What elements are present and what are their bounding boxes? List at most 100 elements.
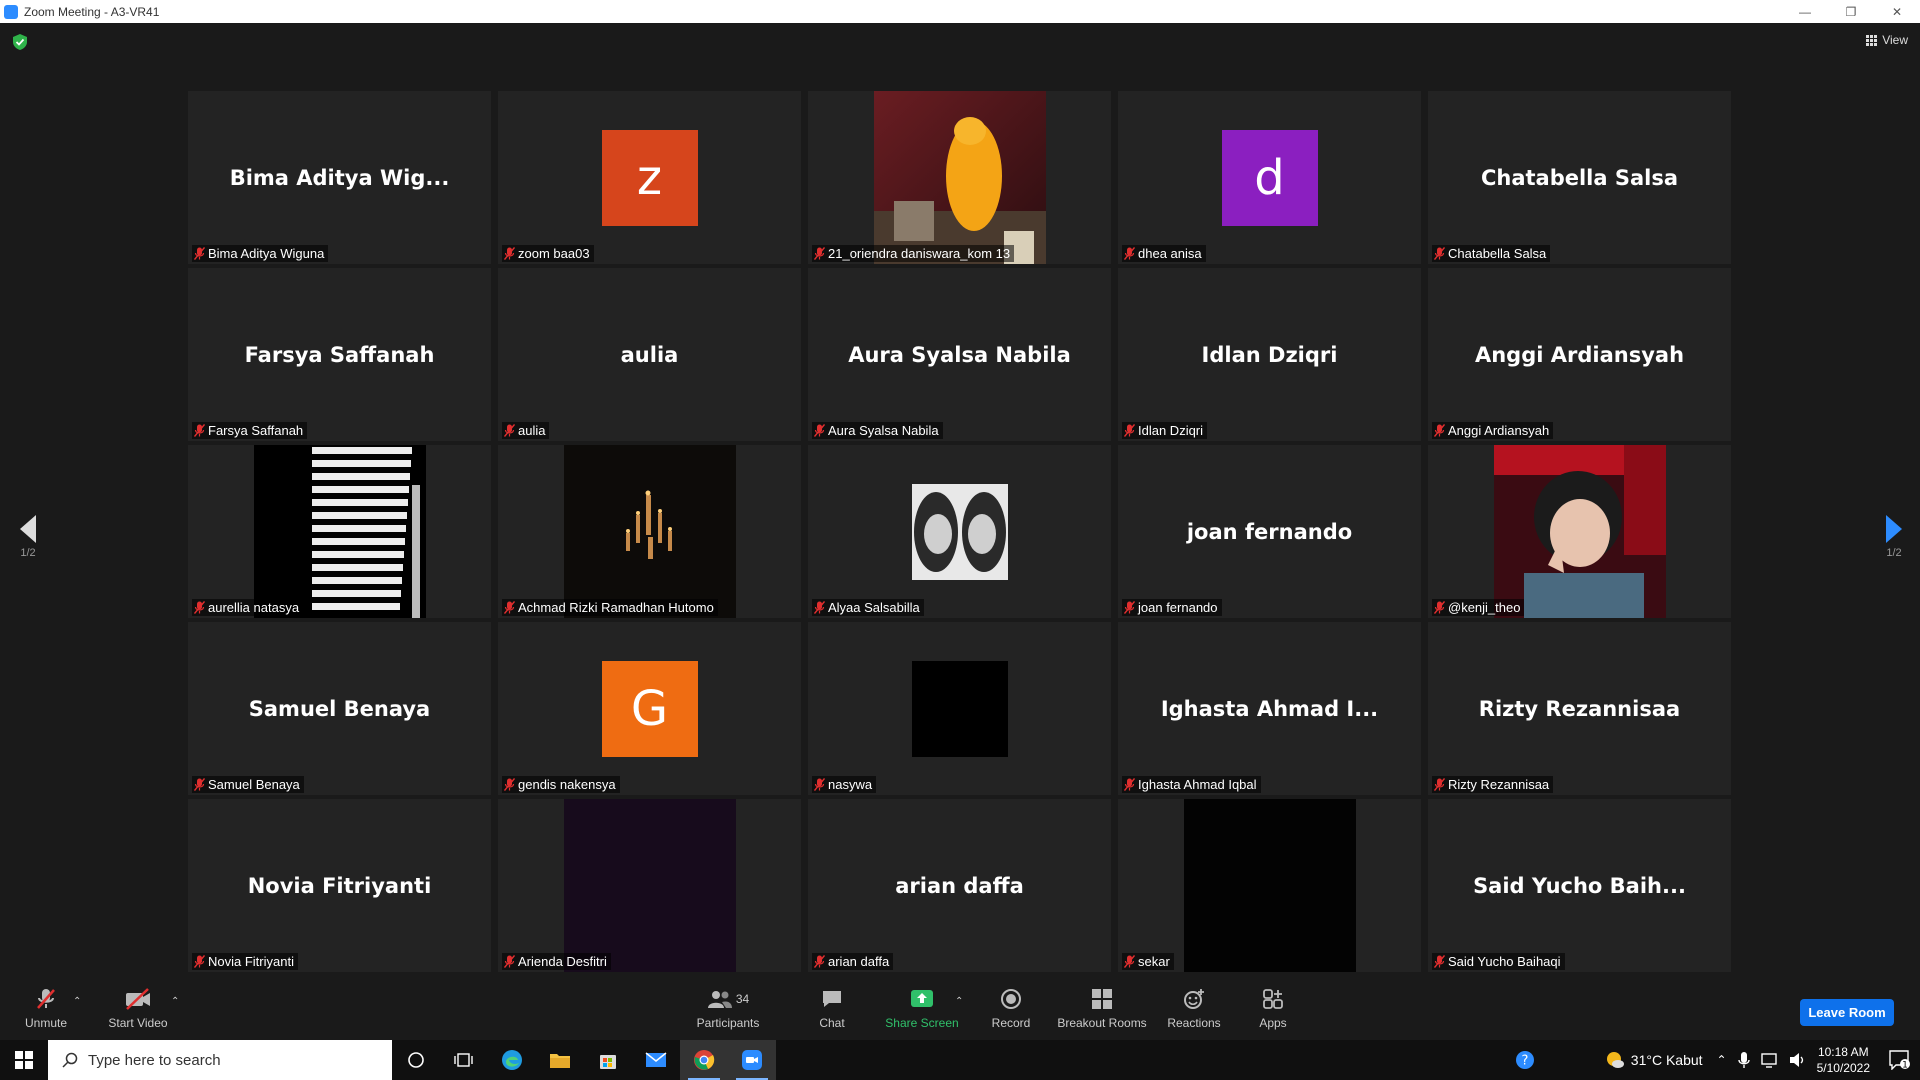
- participant-tile[interactable]: sekar: [1118, 799, 1421, 972]
- participant-tile[interactable]: Anggi Ardiansyah Anggi Ardiansyah: [1428, 268, 1731, 441]
- arrow-right-icon: [1886, 515, 1902, 543]
- participant-display-name: Farsya Saffanah: [244, 342, 435, 367]
- participant-tile[interactable]: nasywa: [808, 622, 1111, 795]
- participant-tile[interactable]: d dhea anisa: [1118, 91, 1421, 264]
- share-options-caret[interactable]: ⌃: [955, 996, 963, 1007]
- participant-tile[interactable]: aurellia natasya: [188, 445, 491, 618]
- reactions-icon: [1182, 987, 1206, 1011]
- participant-tile[interactable]: Bima Aditya Wig... Bima Aditya Wiguna: [188, 91, 491, 264]
- apps-button[interactable]: Apps: [1250, 976, 1296, 1040]
- participant-display-name: arian daffa: [895, 873, 1024, 898]
- breakout-rooms-button[interactable]: Breakout Rooms: [1056, 976, 1148, 1040]
- participant-tile[interactable]: Said Yucho Baih... Said Yucho Baihaqi: [1428, 799, 1731, 972]
- microsoft-store-icon[interactable]: [584, 1040, 632, 1080]
- participant-tile[interactable]: aulia aulia: [498, 268, 801, 441]
- mic-muted-icon: [504, 601, 515, 614]
- participant-video: [873, 91, 1046, 264]
- chat-button[interactable]: Chat: [808, 976, 856, 1040]
- participant-display-name: Anggi Ardiansyah: [1474, 342, 1685, 367]
- participants-label: Participants: [696, 1015, 760, 1030]
- participant-name-label: Achmad Rizki Ramadhan Hutomo: [502, 599, 718, 616]
- participant-name: arian daffa: [828, 954, 890, 969]
- taskbar-clock[interactable]: 10:18 AM 5/10/2022: [1817, 1044, 1870, 1076]
- start-video-button[interactable]: Start Video: [106, 976, 170, 1040]
- participant-name-label: Aura Syalsa Nabila: [812, 422, 943, 439]
- microphone-icon[interactable]: [1737, 1051, 1751, 1069]
- reactions-button[interactable]: Reactions: [1164, 976, 1224, 1040]
- file-explorer-icon[interactable]: [536, 1040, 584, 1080]
- participant-name: joan fernando: [1138, 600, 1218, 615]
- participant-name: dhea anisa: [1138, 246, 1202, 261]
- zoom-taskbar-icon[interactable]: [728, 1040, 776, 1080]
- participant-display-name: Aura Syalsa Nabila: [848, 342, 1071, 367]
- task-view-icon[interactable]: [440, 1040, 488, 1080]
- participant-tile[interactable]: Ggendis nakensya: [498, 622, 801, 795]
- participant-tile[interactable]: Arienda Desfitri: [498, 799, 801, 972]
- participant-tile[interactable]: Novia Fitriyanti Novia Fitriyanti: [188, 799, 491, 972]
- participant-tile[interactable]: @kenji_theo: [1428, 445, 1731, 618]
- notifications-icon[interactable]: 1: [1880, 1040, 1920, 1080]
- prev-page-button[interactable]: 1/2: [20, 515, 36, 559]
- participant-tile[interactable]: Achmad Rizki Ramadhan Hutomo: [498, 445, 801, 618]
- participant-display-name: Bima Aditya Wig...: [229, 165, 450, 190]
- participant-video: [563, 445, 736, 618]
- participant-tile[interactable]: Idlan Dziqri Idlan Dziqri: [1118, 268, 1421, 441]
- participant-tile[interactable]: z zoom baa03: [498, 91, 801, 264]
- clock-date: 5/10/2022: [1816, 1061, 1870, 1075]
- participant-name: gendis nakensya: [518, 777, 616, 792]
- leave-room-button[interactable]: Leave Room: [1800, 999, 1894, 1026]
- participant-tile[interactable]: Samuel Benaya Samuel Benaya: [188, 622, 491, 795]
- view-button[interactable]: View: [1866, 33, 1908, 47]
- participant-tile[interactable]: joan fernando joan fernando: [1118, 445, 1421, 618]
- participant-name-label: sekar: [1122, 953, 1174, 970]
- meeting-area: View 1/2 1/2 Bima Aditya Wig... Bima Adit…: [0, 23, 1920, 976]
- taskbar-search-box[interactable]: Type here to search: [48, 1040, 392, 1080]
- participant-video: [911, 660, 1008, 757]
- next-page-button[interactable]: 1/2: [1886, 515, 1902, 559]
- breakout-rooms-label: Breakout Rooms: [1057, 1015, 1147, 1030]
- volume-icon[interactable]: [1789, 1052, 1807, 1068]
- share-screen-label: Share Screen: [885, 1015, 959, 1030]
- participant-name: Aura Syalsa Nabila: [828, 423, 939, 438]
- windows-taskbar: Type here to search ? 31°C Kabut ⌃ 10:18…: [0, 1040, 1920, 1080]
- unmute-button[interactable]: Unmute: [18, 976, 74, 1040]
- minimize-icon[interactable]: —: [1782, 0, 1828, 23]
- video-options-caret[interactable]: ⌃: [171, 996, 179, 1007]
- participant-tile[interactable]: arian daffa arian daffa: [808, 799, 1111, 972]
- audio-options-caret[interactable]: ⌃: [73, 996, 81, 1007]
- edge-browser-icon[interactable]: [488, 1040, 536, 1080]
- svg-text:?: ?: [1521, 1054, 1528, 1069]
- help-icon[interactable]: ?: [1505, 1040, 1545, 1080]
- mic-muted-icon: [1434, 601, 1445, 614]
- restore-icon[interactable]: ❐: [1828, 0, 1874, 23]
- mail-icon[interactable]: [632, 1040, 680, 1080]
- participant-display-name: Rizty Rezannisaa: [1478, 696, 1681, 721]
- participant-tile[interactable]: Alyaa Salsabilla: [808, 445, 1111, 618]
- security-shield-icon[interactable]: [13, 34, 27, 50]
- arrow-left-icon: [20, 515, 36, 543]
- chevron-up-icon[interactable]: ⌃: [1717, 1053, 1727, 1067]
- participant-tile[interactable]: Ighasta Ahmad I... Ighasta Ahmad Iqbal: [1118, 622, 1421, 795]
- close-icon[interactable]: ✕: [1874, 0, 1920, 23]
- participants-button[interactable]: 34 Participants: [690, 976, 766, 1040]
- participant-tile[interactable]: Chatabella Salsa Chatabella Salsa: [1428, 91, 1731, 264]
- mic-muted-icon: [1124, 955, 1135, 968]
- participant-name: zoom baa03: [518, 246, 590, 261]
- mic-muted-icon: [814, 601, 825, 614]
- mic-muted-icon: [504, 955, 515, 968]
- participant-tile[interactable]: Farsya Saffanah Farsya Saffanah: [188, 268, 491, 441]
- network-icon[interactable]: [1760, 1052, 1779, 1068]
- mic-muted-icon: [194, 247, 205, 260]
- participant-tile[interactable]: Rizty Rezannisaa Rizty Rezannisaa: [1428, 622, 1731, 795]
- participant-name: nasywa: [828, 777, 873, 792]
- cortana-icon[interactable]: [392, 1040, 440, 1080]
- windows-start-icon[interactable]: [0, 1040, 48, 1080]
- share-screen-button[interactable]: Share Screen: [884, 976, 960, 1040]
- chrome-icon[interactable]: [680, 1040, 728, 1080]
- record-button[interactable]: Record: [988, 976, 1034, 1040]
- participant-tile[interactable]: 21_oriendra daniswara_kom 13: [808, 91, 1111, 264]
- mic-muted-icon: [504, 424, 515, 437]
- participant-tile[interactable]: Aura Syalsa Nabila Aura Syalsa Nabila: [808, 268, 1111, 441]
- mic-muted-icon: [194, 955, 205, 968]
- weather-text[interactable]: 31°C Kabut: [1631, 1052, 1703, 1068]
